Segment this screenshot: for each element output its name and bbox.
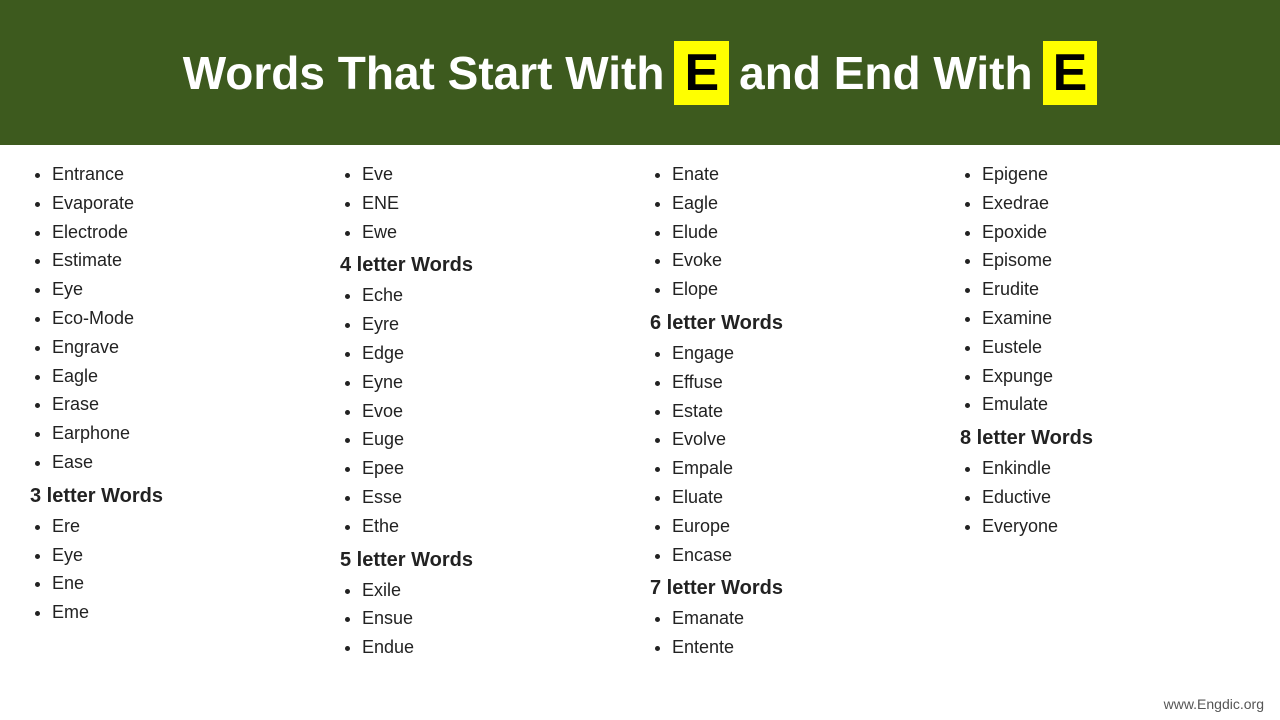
column-3: EpigeneExedraeEpoxideEpisomeEruditeExami… <box>950 160 1260 710</box>
list-item: Effuse <box>672 368 940 397</box>
header-letter1: E <box>674 41 729 105</box>
list-item: Eyre <box>362 310 630 339</box>
section-heading: 3 letter Words <box>30 485 320 508</box>
list-item: Expunge <box>982 362 1250 391</box>
list-item: Engrave <box>52 333 320 362</box>
column-1: EveENEEwe4 letter WordsEcheEyreEdgeEyneE… <box>330 160 640 710</box>
list-item: Evolve <box>672 425 940 454</box>
list-item: Exile <box>362 576 630 605</box>
list-item: Eme <box>52 598 320 627</box>
list-item: Emanate <box>672 604 940 633</box>
list-item: Eagle <box>672 189 940 218</box>
list-item: Entrance <box>52 160 320 189</box>
section-heading: 5 letter Words <box>340 549 630 572</box>
list-item: Eche <box>362 281 630 310</box>
list-item: Enkindle <box>982 454 1250 483</box>
list-item: Erase <box>52 390 320 419</box>
list-item: Esse <box>362 483 630 512</box>
list-item: Eye <box>52 541 320 570</box>
list-item: Everyone <box>982 512 1250 541</box>
list-item: Eyne <box>362 368 630 397</box>
list-item: Earphone <box>52 419 320 448</box>
header: Words That Start With E and End With E <box>0 0 1280 145</box>
list-item: Exedrae <box>982 189 1250 218</box>
header-letter2: E <box>1043 41 1098 105</box>
list-item: Electrode <box>52 218 320 247</box>
list-item: Entente <box>672 633 940 662</box>
section-heading: 8 letter Words <box>960 427 1250 450</box>
list-item: Ease <box>52 448 320 477</box>
list-item: Ene <box>52 569 320 598</box>
list-item: Evoke <box>672 246 940 275</box>
section-heading: 7 letter Words <box>650 577 940 600</box>
list-item: Eve <box>362 160 630 189</box>
list-item: Elude <box>672 218 940 247</box>
list-item: Evaporate <box>52 189 320 218</box>
column-0: EntranceEvaporateElectrodeEstimateEyeEco… <box>20 160 330 710</box>
list-item: Eye <box>52 275 320 304</box>
list-item: Eluate <box>672 483 940 512</box>
list-item: Erudite <box>982 275 1250 304</box>
list-item: Epoxide <box>982 218 1250 247</box>
section-heading: 6 letter Words <box>650 312 940 335</box>
list-item: Euge <box>362 425 630 454</box>
list-item: Endue <box>362 633 630 662</box>
list-item: Estimate <box>52 246 320 275</box>
section-heading: 4 letter Words <box>340 254 630 277</box>
content-grid: EntranceEvaporateElectrodeEstimateEyeEco… <box>0 145 1280 720</box>
list-item: Examine <box>982 304 1250 333</box>
list-item: Elope <box>672 275 940 304</box>
list-item: Eco-Mode <box>52 304 320 333</box>
list-item: Encase <box>672 541 940 570</box>
list-item: Epee <box>362 454 630 483</box>
list-item: Eagle <box>52 362 320 391</box>
list-item: ENE <box>362 189 630 218</box>
list-item: Edge <box>362 339 630 368</box>
list-item: Estate <box>672 397 940 426</box>
list-item: Enate <box>672 160 940 189</box>
list-item: Empale <box>672 454 940 483</box>
list-item: Ere <box>52 512 320 541</box>
list-item: Evoe <box>362 397 630 426</box>
footer: www.Engdic.org <box>1164 696 1264 712</box>
header-title: Words That Start With E and End With E <box>183 41 1098 105</box>
header-prefix: Words That Start With <box>183 46 665 100</box>
list-item: Ewe <box>362 218 630 247</box>
list-item: Ethe <box>362 512 630 541</box>
header-middle: and End With <box>739 46 1032 100</box>
list-item: Europe <box>672 512 940 541</box>
list-item: Episome <box>982 246 1250 275</box>
list-item: Emulate <box>982 390 1250 419</box>
list-item: Eustele <box>982 333 1250 362</box>
list-item: Engage <box>672 339 940 368</box>
list-item: Eductive <box>982 483 1250 512</box>
column-2: EnateEagleEludeEvokeElope 6 letter Words E… <box>640 160 950 710</box>
list-item: Epigene <box>982 160 1250 189</box>
list-item: Ensue <box>362 604 630 633</box>
